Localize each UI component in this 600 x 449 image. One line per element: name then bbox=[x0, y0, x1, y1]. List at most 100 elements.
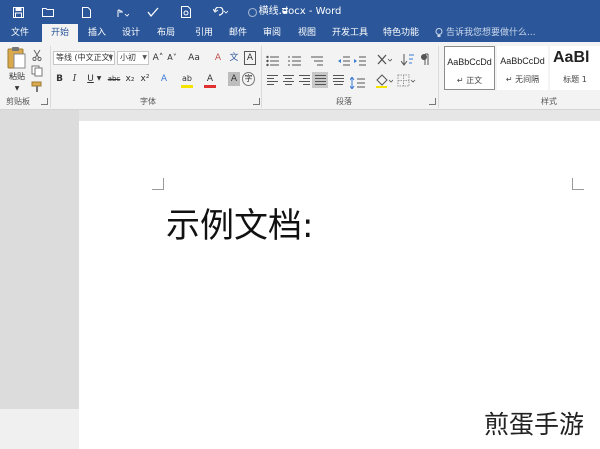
font-color-label: A bbox=[206, 74, 214, 84]
enclose-characters-button[interactable]: 字 bbox=[242, 72, 255, 86]
show-marks-icon[interactable] bbox=[420, 51, 430, 65]
tab-special-features[interactable]: 特色功能 bbox=[376, 24, 426, 42]
clipboard-launcher[interactable] bbox=[41, 98, 48, 105]
text-effects-button[interactable]: A bbox=[158, 72, 170, 86]
align-right-icon[interactable] bbox=[299, 75, 310, 85]
increase-indent-icon[interactable] bbox=[354, 52, 367, 66]
open-folder-icon[interactable] bbox=[38, 0, 58, 24]
save-icon[interactable] bbox=[8, 0, 28, 24]
highlight-color-bar bbox=[181, 85, 193, 88]
new-document-icon[interactable] bbox=[76, 0, 96, 24]
chinese-layout-icon[interactable] bbox=[376, 51, 393, 65]
clipboard-group-label: 剪贴板 bbox=[6, 97, 30, 106]
font-size-value: 小初 bbox=[120, 53, 136, 62]
site-watermark: 煎蛋手游 bbox=[484, 410, 585, 439]
grow-font-button[interactable]: A˄ bbox=[152, 51, 164, 65]
group-separator bbox=[50, 46, 51, 108]
character-border-button[interactable]: A bbox=[244, 51, 256, 65]
font-color-button[interactable]: A bbox=[204, 72, 216, 86]
chevron-down-icon: ▼ bbox=[108, 54, 113, 61]
justify-button[interactable] bbox=[312, 72, 328, 88]
numbering-icon[interactable] bbox=[288, 52, 302, 66]
shading-icon[interactable] bbox=[375, 73, 394, 88]
underline-button[interactable]: U bbox=[85, 72, 96, 86]
tab-file[interactable]: 文件 bbox=[2, 24, 38, 42]
change-case-button[interactable]: Aa bbox=[186, 51, 202, 65]
paste-dropdown-icon[interactable]: ▼ bbox=[10, 82, 24, 96]
sort-icon[interactable] bbox=[400, 51, 415, 66]
borders-icon[interactable] bbox=[397, 73, 417, 87]
tab-review[interactable]: 审阅 bbox=[254, 24, 290, 42]
paste-button[interactable] bbox=[6, 46, 28, 72]
tab-developer[interactable]: 开发工具 bbox=[324, 24, 376, 42]
print-preview-icon[interactable] bbox=[176, 0, 196, 24]
style-normal[interactable]: AaBbCcDd ↵ 正文 bbox=[444, 46, 495, 90]
tab-mailings[interactable]: 邮件 bbox=[220, 24, 256, 42]
multilevel-list-icon[interactable] bbox=[310, 52, 324, 66]
title-bar: 横线.docx - Word bbox=[0, 0, 600, 24]
spelling-check-icon[interactable] bbox=[143, 0, 163, 24]
distributed-icon[interactable] bbox=[333, 75, 344, 85]
group-separator bbox=[438, 46, 439, 108]
copy-icon[interactable] bbox=[31, 62, 43, 77]
chevron-down-icon[interactable]: ▼ bbox=[96, 72, 102, 86]
font-size-combobox[interactable]: 小初 ▼ bbox=[117, 51, 149, 65]
document-body-text[interactable]: 示例文档: bbox=[166, 198, 313, 247]
shrink-font-button[interactable]: A˅ bbox=[166, 51, 178, 65]
document-page[interactable] bbox=[79, 121, 600, 449]
style-name: 标题 1 bbox=[563, 75, 587, 84]
highlight-label: ab bbox=[182, 74, 192, 83]
format-painter-icon[interactable] bbox=[31, 78, 43, 92]
font-launcher[interactable] bbox=[253, 98, 260, 105]
style-name: ↵ 正文 bbox=[456, 76, 483, 85]
font-name-value: 等线 (中文正文) bbox=[56, 53, 113, 62]
font-group-label: 字体 bbox=[140, 97, 156, 106]
strikethrough-button[interactable]: abc bbox=[105, 72, 123, 86]
phonetic-guide-button[interactable]: 文 bbox=[228, 51, 240, 65]
bullets-icon[interactable] bbox=[266, 52, 280, 67]
decrease-indent-icon[interactable] bbox=[338, 52, 351, 66]
tab-layout[interactable]: 布局 bbox=[148, 24, 184, 42]
lightbulb-icon bbox=[435, 28, 443, 37]
clipboard-icon bbox=[7, 47, 26, 69]
line-spacing-icon[interactable] bbox=[349, 74, 366, 90]
highlight-button[interactable]: ab bbox=[181, 72, 193, 86]
paragraph-launcher[interactable] bbox=[429, 98, 436, 105]
margin-mark-top-left bbox=[152, 178, 164, 190]
clear-formatting-button[interactable]: A bbox=[212, 51, 224, 65]
margin-mark-top-right bbox=[572, 178, 584, 190]
style-name: ↵ 无间隔 bbox=[505, 75, 540, 84]
touch-mode-icon[interactable] bbox=[110, 0, 134, 24]
cut-icon[interactable] bbox=[31, 46, 43, 62]
chevron-down-icon: ▼ bbox=[142, 54, 147, 61]
group-separator bbox=[261, 46, 262, 108]
tab-design[interactable]: 设计 bbox=[114, 24, 148, 42]
style-no-spacing[interactable]: AaBbCcDd ↵ 无间隔 bbox=[497, 46, 548, 90]
superscript-button[interactable]: x² bbox=[139, 72, 151, 86]
paragraph-group-label: 段落 bbox=[336, 97, 352, 106]
navigation-strip bbox=[0, 110, 79, 409]
style-sample: AaBl bbox=[553, 49, 590, 66]
tab-references[interactable]: 引用 bbox=[186, 24, 222, 42]
justify-icon bbox=[315, 75, 326, 85]
tab-home[interactable]: 开始 bbox=[42, 24, 78, 42]
navigation-strip-bottom bbox=[0, 409, 79, 449]
undo-icon[interactable] bbox=[209, 0, 233, 24]
align-left-icon[interactable] bbox=[267, 75, 278, 85]
italic-button[interactable]: I bbox=[69, 72, 80, 86]
font-name-combobox[interactable]: 等线 (中文正文) ▼ bbox=[53, 51, 115, 65]
style-sample: AaBbCcDd bbox=[500, 56, 545, 66]
style-heading-1[interactable]: AaBl 标题 1 bbox=[550, 46, 600, 90]
subscript-button[interactable]: x₂ bbox=[124, 72, 136, 86]
tab-insert[interactable]: 插入 bbox=[80, 24, 114, 42]
ribbon-tab-bar: 文件 开始 插入 设计 布局 引用 邮件 审阅 视图 开发工具 特色功能 告诉我… bbox=[0, 24, 600, 42]
tell-me-placeholder: 告诉我您想要做什么... bbox=[446, 28, 536, 38]
tab-view[interactable]: 视图 bbox=[290, 24, 324, 42]
align-center-icon[interactable] bbox=[283, 75, 294, 85]
character-shading-button[interactable]: A bbox=[228, 72, 240, 86]
tell-me-box[interactable]: 告诉我您想要做什么... bbox=[435, 24, 536, 42]
bold-button[interactable]: B bbox=[54, 72, 65, 86]
styles-gallery: AaBbCcDd ↵ 正文 AaBbCcDd ↵ 无间隔 AaBl 标题 1 bbox=[443, 46, 600, 92]
font-color-bar bbox=[204, 85, 216, 88]
styles-group-label: 样式 bbox=[541, 97, 557, 106]
